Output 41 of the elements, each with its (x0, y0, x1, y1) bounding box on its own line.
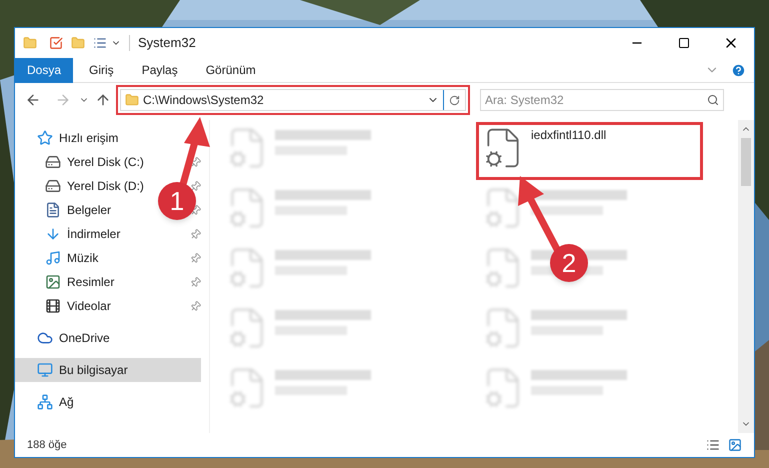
scrollbar[interactable] (738, 120, 754, 433)
sidebar-item[interactable]: Hızlı erişim (15, 126, 126, 150)
address-bar[interactable]: C:\Windows\System32 (120, 89, 466, 111)
cloud-icon (37, 330, 53, 346)
item-count: 188 öğe (27, 438, 67, 453)
document-icon (45, 202, 61, 218)
maximize-icon[interactable] (678, 37, 690, 49)
image-icon (45, 274, 61, 290)
sidebar-item[interactable]: Yerel Disk (D:) (15, 174, 152, 198)
file-name[interactable]: iedxfintl110.dll (531, 126, 606, 144)
details-view-icon[interactable] (706, 438, 720, 452)
sidebar-item[interactable]: Yerel Disk (C:) (15, 150, 152, 174)
properties-icon[interactable] (93, 36, 107, 50)
folder-icon (125, 93, 139, 107)
drive-icon (45, 154, 61, 170)
ribbon-tab[interactable]: Görünüm (194, 58, 268, 82)
window-title: System32 (138, 34, 196, 52)
star-icon (37, 130, 53, 146)
ribbon-tab[interactable]: Paylaş (130, 58, 190, 82)
back-icon[interactable] (25, 92, 41, 108)
sidebar-item[interactable]: Videolar (15, 294, 119, 318)
ribbon-tab[interactable]: Dosya (15, 58, 74, 82)
sidebar-item[interactable]: Belgeler (15, 198, 120, 222)
music-note-icon (45, 250, 61, 266)
ribbon-tab[interactable]: Giriş (77, 58, 126, 82)
refresh-icon[interactable] (449, 94, 460, 106)
film-icon (45, 298, 61, 314)
monitor-icon (37, 362, 53, 378)
up-icon[interactable] (95, 92, 111, 108)
sidebar-item[interactable]: Resimler (15, 270, 122, 294)
sidebar-item[interactable]: Ağ (15, 390, 82, 414)
checklist-icon[interactable] (49, 36, 63, 50)
sidebar-item[interactable]: İndirmeler (15, 222, 128, 246)
help-icon[interactable] (731, 62, 746, 78)
large-icons-view-icon[interactable] (728, 438, 742, 452)
sidebar-item[interactable]: OneDrive (15, 326, 118, 350)
network-icon (37, 394, 53, 410)
sidebar-item[interactable]: Müzik (15, 246, 106, 270)
drive-icon (45, 178, 61, 194)
sidebar-item[interactable]: Bu bilgisayar (15, 358, 201, 382)
scroll-thumb[interactable] (741, 138, 751, 186)
